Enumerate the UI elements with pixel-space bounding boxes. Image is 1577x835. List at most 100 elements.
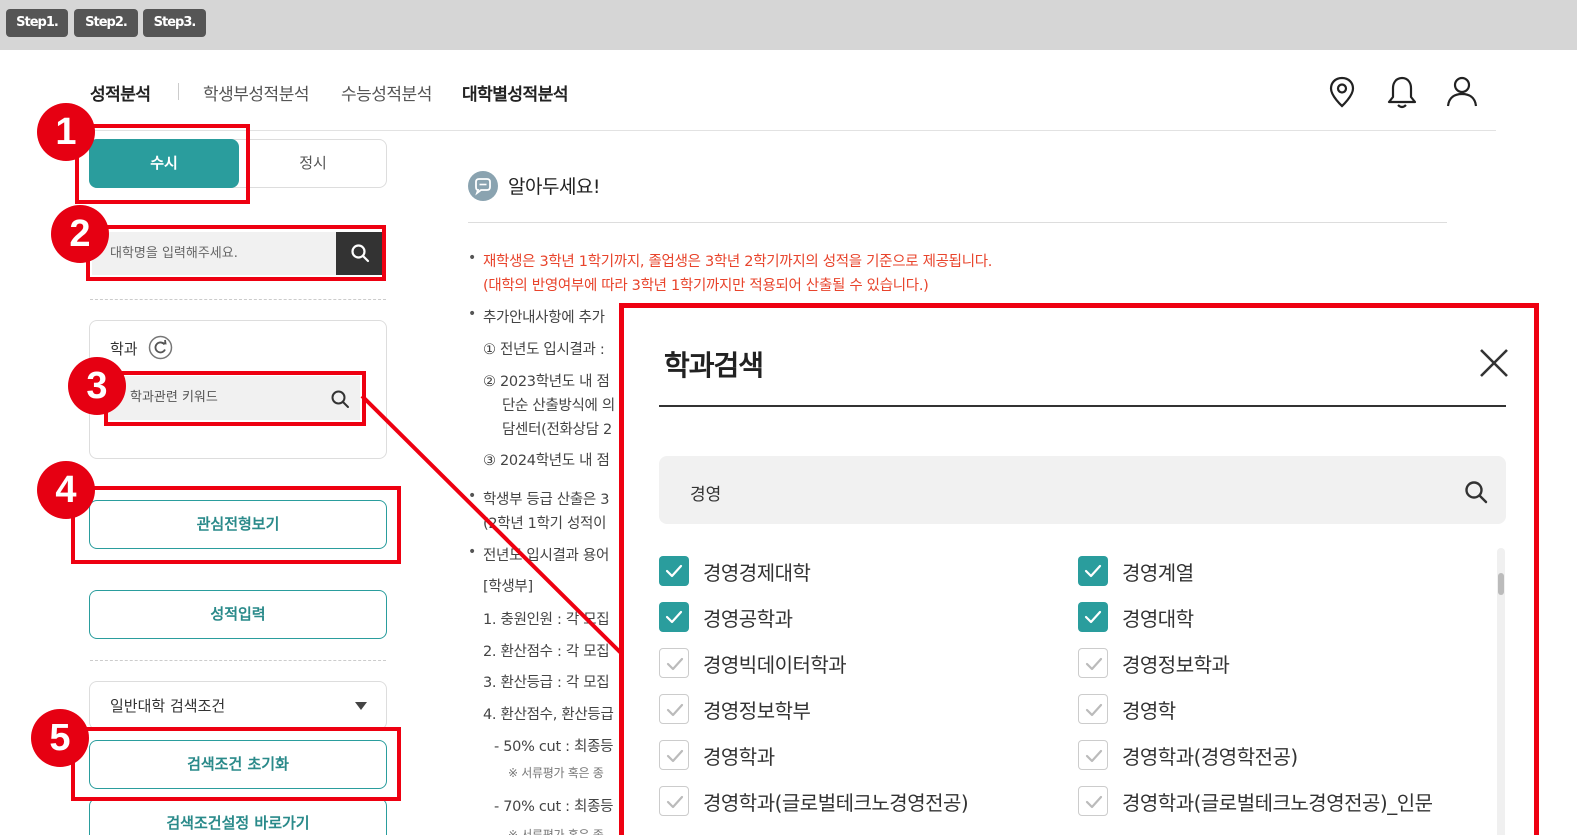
notice-line: ① 전년도 입시결과 : [483,342,605,358]
user-icon[interactable] [1445,75,1479,109]
check-icon [1084,610,1102,624]
option-checkbox[interactable] [1078,648,1108,678]
option-label[interactable]: 경영정보학과 [1122,649,1230,678]
tab-jeongsi[interactable]: 정시 [239,139,387,188]
notice-line: (2학년 1학기 성적이 [483,516,607,532]
search-condition-select[interactable]: 일반대학 검색조건 [89,681,387,730]
check-icon [1085,749,1103,763]
department-search-modal: 학과검색 경영 경영경제대학 경영계열 경영공학과 경영대학 경영빅데이터학과 경영정보학… [619,303,1539,835]
annotation-box-4 [71,486,401,564]
speech-bubble-icon [468,171,498,201]
nav-separator [178,83,179,100]
bullet: • [468,488,477,504]
step-1-tab[interactable]: Step1. [6,9,68,37]
notice-line: 전년도 입시결과 용어 [483,548,609,564]
annotation-box-2 [86,225,386,281]
option-label[interactable]: 경영학 [1122,695,1176,724]
annotation-badge-1: 1 [37,103,95,161]
option-checkbox[interactable] [1078,786,1108,816]
step-2-tab[interactable]: Step2. [74,9,138,37]
bullet: • [468,544,477,560]
check-icon [1085,703,1103,717]
notice-line: 담센터(전화상담 2 [502,422,612,438]
notice-red-line-1: 재학생은 3학년 1학기까지, 졸업생은 3학년 2학기까지의 성적을 기준으로… [483,254,993,270]
option-checkbox[interactable] [659,694,689,724]
nav-item-school-record[interactable]: 학생부성적분석 [203,80,309,105]
option-checkbox[interactable] [659,602,689,632]
step-bar [0,0,1577,50]
notice-line: [학생부] [483,579,533,595]
bell-icon[interactable] [1386,75,1418,109]
department-label: 학과 [110,340,138,358]
nav-item-csat[interactable]: 수능성적분석 [341,80,432,105]
check-icon [666,795,684,809]
close-icon[interactable] [1477,346,1511,380]
notice-line: ※ 서류평가 혹은 종 [508,766,604,780]
option-label[interactable]: 경영학과 [703,741,775,770]
bullet: • [468,250,477,266]
location-icon[interactable] [1328,76,1356,108]
refresh-icon[interactable] [148,335,173,360]
option-checkbox[interactable] [1078,740,1108,770]
check-icon [1085,657,1103,671]
check-icon [665,564,683,578]
notice-divider [468,222,1447,223]
option-label[interactable]: 경영정보학부 [703,695,811,724]
option-checkbox[interactable] [659,556,689,586]
notice-line: 단순 산출방식에 의 [502,398,615,414]
notice-line: 학생부 등급 산출은 3 [483,492,610,508]
notice-red-line-2: (대학의 반영여부에 따라 3학년 1학기까지만 적용되어 산출될 수 있습니다… [483,278,929,294]
chevron-down-icon [355,702,367,710]
option-checkbox[interactable] [659,648,689,678]
notice-line: ② 2023학년도 내 점 [483,374,610,390]
annotation-badge-4: 4 [37,461,95,519]
annotation-box-5 [71,727,401,801]
modal-search-value[interactable]: 경영 [690,480,721,505]
divider [90,660,386,661]
check-icon [1085,795,1103,809]
option-label[interactable]: 경영경제대학 [703,557,811,586]
goto-condition-settings-button[interactable]: 검색조건설정 바로가기 [89,798,387,835]
annotation-badge-2: 2 [51,205,109,263]
option-checkbox[interactable] [659,740,689,770]
search-icon[interactable] [1464,480,1488,504]
notice-line: 4. 환산점수, 환산등급 [483,707,614,723]
notice-line: - 70% cut : 최종등 [494,799,614,815]
check-icon [1084,564,1102,578]
option-label[interactable]: 경영학과(경영학전공) [1122,741,1298,770]
modal-title: 학과검색 [664,349,764,382]
step-3-tab[interactable]: Step3. [143,9,206,37]
option-checkbox[interactable] [1078,694,1108,724]
option-checkbox[interactable] [1078,556,1108,586]
check-icon [665,610,683,624]
annotation-badge-5: 5 [31,709,89,767]
notice-title: 알아두세요! [508,176,601,198]
annotation-box-1 [75,124,250,204]
notice-line: ※ 서류평가 혹은 종 [508,828,604,835]
check-icon [666,703,684,717]
option-checkbox[interactable] [659,786,689,816]
scrollbar-thumb[interactable] [1498,573,1504,595]
notice-line: ③ 2024학년도 내 점 [483,453,610,469]
nav-brand[interactable]: 성적분석 [90,80,151,105]
check-icon [666,749,684,763]
bullet: • [468,306,477,322]
score-input-button[interactable]: 성적입력 [89,590,387,639]
notice-line: 1. 충원인원 : 각 모집 [483,612,610,628]
option-label[interactable]: 경영공학과 [703,603,793,632]
check-icon [666,657,684,671]
option-label[interactable]: 경영빅데이터학과 [703,649,847,678]
option-label[interactable]: 경영계열 [1122,557,1194,586]
option-label[interactable]: 경영학과(글로벌테크노경영전공) [703,787,969,816]
annotation-box-3 [104,371,366,426]
annotation-badge-3: 3 [68,357,126,415]
modal-search-input[interactable] [659,456,1506,524]
nav-divider [90,130,1496,131]
notice-line: - 50% cut : 최종등 [494,739,614,755]
nav-item-university[interactable]: 대학별성적분석 [462,80,568,105]
divider [90,299,386,300]
option-checkbox[interactable] [1078,602,1108,632]
notice-line: 추가안내사항에 추가 [483,310,605,326]
option-label[interactable]: 경영대학 [1122,603,1194,632]
option-label[interactable]: 경영학과(글로벌테크노경영전공)_인문 [1122,787,1433,816]
